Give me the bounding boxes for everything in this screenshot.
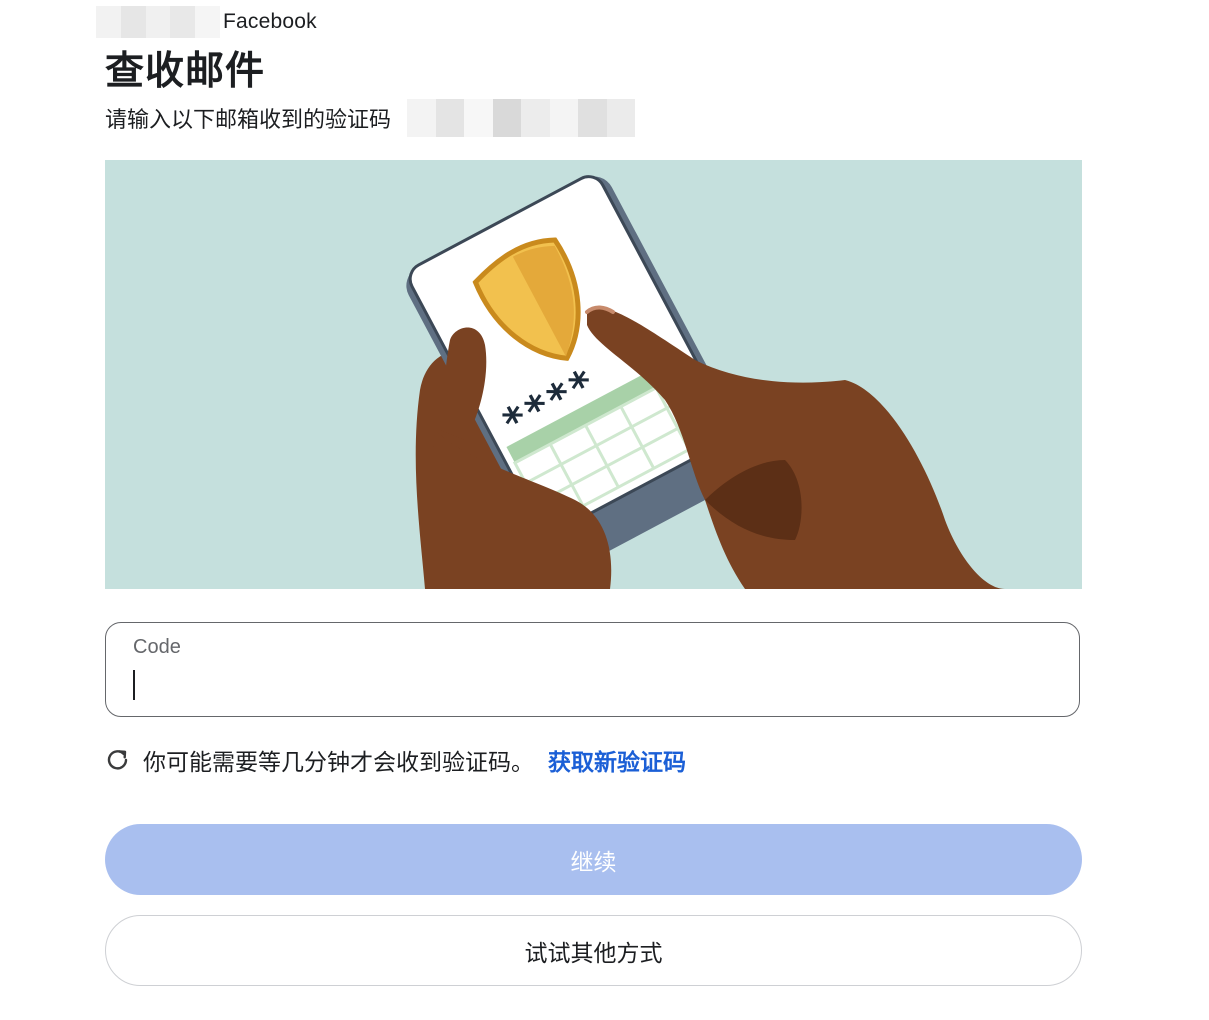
code-field-label: Code [133,636,181,658]
try-another-way-button[interactable]: 试试其他方式 [105,915,1082,986]
account-header: Facebook [96,5,317,39]
account-brand-label: Facebook [223,10,317,33]
illustration-svg: **** [406,175,1005,589]
resend-code-link[interactable]: 获取新验证码 [548,743,686,777]
redacted-email [407,99,636,137]
notice-line: 你可能需要等几分钟才会收到验证码。 获取新验证码 [105,740,686,780]
redacted-account-name [96,6,220,38]
notice-text: 你可能需要等几分钟才会收到验证码。 [143,750,534,776]
phone-security-illustration: **** [105,160,1082,589]
refresh-icon [105,747,131,773]
continue-button[interactable]: 继续 [105,824,1082,895]
subtitle-line: 请输入以下邮箱收到的验证码 [105,98,636,138]
page-title: 查收邮件 [105,49,266,94]
subtitle: 请输入以下邮箱收到的验证码 [105,108,392,133]
code-input[interactable] [132,667,1052,703]
text-caret [133,670,135,700]
code-field[interactable]: Code [105,622,1080,717]
